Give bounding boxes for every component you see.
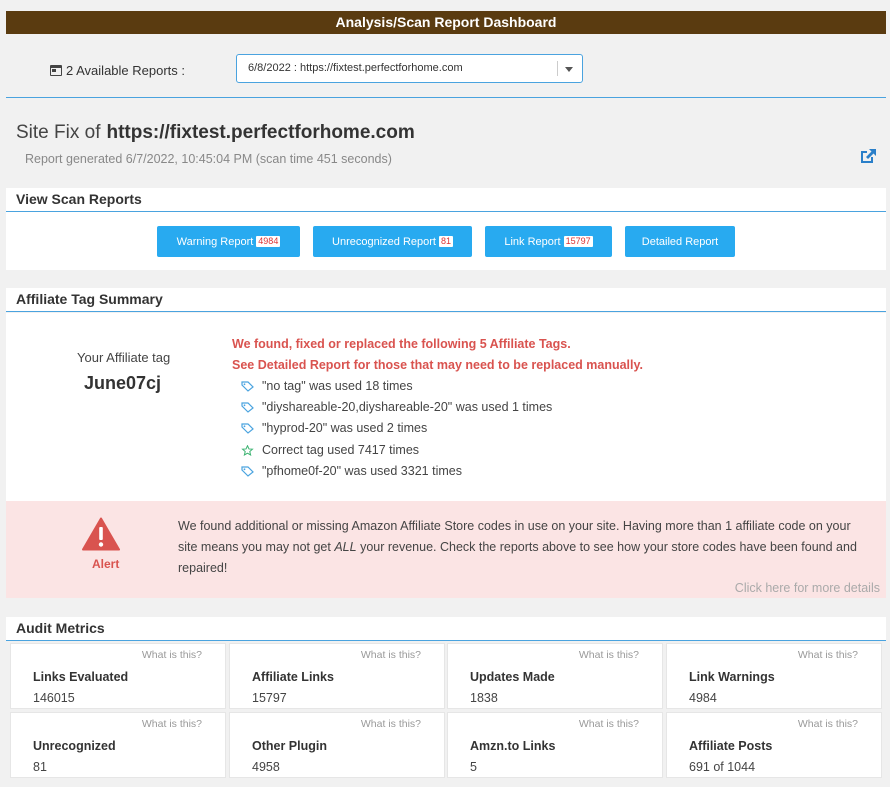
what-is-this-link[interactable]: What is this? <box>361 649 421 661</box>
tag-icon <box>241 465 254 477</box>
metric-label: Other Plugin <box>252 739 327 753</box>
unrecognized-report-count: 81 <box>438 236 453 247</box>
metric-card-other-plugin: What is this? Other Plugin 4958 <box>229 712 445 778</box>
report-generated-text: Report generated 6/7/2022, 10:45:04 PM (… <box>25 152 392 166</box>
what-is-this-link[interactable]: What is this? <box>579 718 639 730</box>
detailed-report-hint: See Detailed Report for those that may n… <box>232 358 643 372</box>
metric-label: Link Warnings <box>689 670 775 684</box>
metric-value: 1838 <box>470 691 498 705</box>
link-report-button[interactable]: Link Report 15797 <box>485 226 612 257</box>
metric-card-link-warnings: What is this? Link Warnings 4984 <box>666 643 882 709</box>
report-select[interactable]: 6/8/2022 : https://fixtest.perfectforhom… <box>236 54 583 83</box>
tag-item: "hyprod-20" was used 2 times <box>241 421 427 435</box>
metric-label: Links Evaluated <box>33 670 129 684</box>
tag-item-text: "hyprod-20" was used 2 times <box>262 421 428 435</box>
unrecognized-report-label: Unrecognized Report <box>332 235 436 248</box>
available-reports-label: 2 Available Reports : <box>50 63 185 78</box>
detailed-report-label: Detailed Report <box>641 235 719 248</box>
alert-label: Alert <box>92 557 120 571</box>
metric-value: 15797 <box>252 691 287 705</box>
tag-item: "no tag" was used 18 times <box>241 379 413 393</box>
select-separator <box>557 61 558 76</box>
site-title-prefix: Site Fix of <box>16 122 101 143</box>
what-is-this-link[interactable]: What is this? <box>142 718 202 730</box>
warning-report-button[interactable]: Warning Report 4984 <box>157 226 300 257</box>
tag-item: Correct tag used 7417 times <box>241 443 419 457</box>
metric-value: 4984 <box>689 691 717 705</box>
detailed-report-button[interactable]: Detailed Report <box>625 226 735 257</box>
what-is-this-link[interactable]: What is this? <box>798 718 858 730</box>
site-url: https://fixtest.perfectforhome.com <box>106 122 415 143</box>
alert-box: Alert We found additional or missing Ama… <box>6 501 886 598</box>
link-report-count: 15797 <box>563 236 593 247</box>
your-affiliate-tag-label: Your Affiliate tag <box>77 350 171 365</box>
metric-value: 4958 <box>252 760 280 774</box>
tag-item: "diyshareable-20,diyshareable-20" was us… <box>241 400 552 414</box>
page-title: Site Fix of https://fixtest.perfectforhom… <box>16 122 415 144</box>
what-is-this-link[interactable]: What is this? <box>579 649 639 661</box>
report-select-value: 6/8/2022 : https://fixtest.perfectforhom… <box>248 62 463 74</box>
unrecognized-report-button[interactable]: Unrecognized Report 81 <box>313 226 472 257</box>
audit-metrics-heading: Audit Metrics <box>6 617 886 641</box>
metric-label: Updates Made <box>470 670 555 684</box>
what-is-this-link[interactable]: What is this? <box>142 649 202 661</box>
calendar-icon <box>50 65 62 76</box>
tag-item-text: Correct tag used 7417 times <box>262 443 420 457</box>
metric-label: Amzn.to Links <box>470 739 556 753</box>
metric-value: 691 of 1044 <box>689 760 756 774</box>
more-details-link[interactable]: Click here for more details <box>735 581 880 595</box>
dashboard-title: Analysis/Scan Report Dashboard <box>6 11 886 34</box>
alert-message-emphasis: ALL <box>334 540 357 554</box>
metric-card-affiliate-links: What is this? Affiliate Links 15797 <box>229 643 445 709</box>
metric-card-amzn-to-links: What is this? Amzn.to Links 5 <box>447 712 663 778</box>
metric-card-affiliate-posts: What is this? Affiliate Posts 691 of 104… <box>666 712 882 778</box>
warning-report-count: 4984 <box>256 236 281 247</box>
your-affiliate-tag-value: June07cj <box>84 373 162 393</box>
link-report-label: Link Report <box>504 235 561 248</box>
tag-item: "pfhome0f-20" was used 3321 times <box>241 464 462 478</box>
tags-found-message: We found, fixed or replaced the followin… <box>232 337 571 351</box>
warning-report-label: Warning Report <box>176 235 254 248</box>
alert-message: We found additional or missing Amazon Af… <box>178 516 868 579</box>
tag-icon <box>241 401 254 413</box>
metric-label: Affiliate Posts <box>689 739 773 753</box>
chevron-down-icon[interactable] <box>565 67 573 72</box>
affiliate-summary-heading: Affiliate Tag Summary <box>6 288 886 312</box>
star-icon <box>241 444 254 456</box>
external-link-icon[interactable] <box>859 148 877 165</box>
what-is-this-link[interactable]: What is this? <box>361 718 421 730</box>
metric-card-updates-made: What is this? Updates Made 1838 <box>447 643 663 709</box>
what-is-this-link[interactable]: What is this? <box>798 649 858 661</box>
tag-item-text: "pfhome0f-20" was used 3321 times <box>262 464 462 478</box>
warning-icon <box>82 517 120 551</box>
metric-value: 5 <box>470 760 477 774</box>
metric-card-unrecognized: What is this? Unrecognized 81 <box>10 712 226 778</box>
tag-icon <box>241 422 254 434</box>
metric-card-links-evaluated: What is this? Links Evaluated 146015 <box>10 643 226 709</box>
metric-value: 81 <box>33 760 47 774</box>
tag-item-text: "diyshareable-20,diyshareable-20" was us… <box>262 400 553 414</box>
tag-icon <box>241 380 254 392</box>
reports-selector-row: 2 Available Reports : 6/8/2022 : https:/… <box>6 50 886 96</box>
metric-value: 146015 <box>33 691 75 705</box>
metric-label: Affiliate Links <box>252 670 334 684</box>
available-reports-text: 2 Available Reports : <box>66 63 185 78</box>
scan-reports-heading: View Scan Reports <box>6 188 886 212</box>
divider <box>6 97 886 98</box>
metric-label: Unrecognized <box>33 739 116 753</box>
tag-item-text: "no tag" was used 18 times <box>262 379 413 393</box>
